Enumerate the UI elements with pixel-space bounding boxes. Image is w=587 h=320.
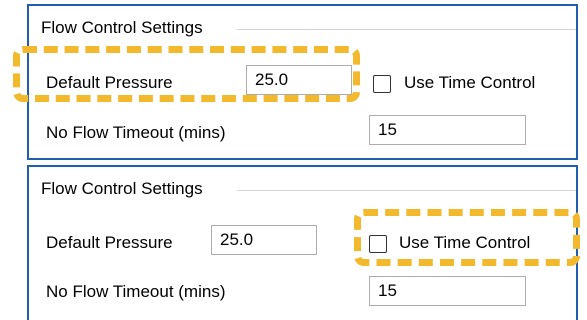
no-flow-timeout-input[interactable]: 15 bbox=[369, 115, 526, 145]
default-pressure-input[interactable]: 25.0 bbox=[246, 65, 352, 95]
no-flow-timeout-label: No Flow Timeout (mins) bbox=[46, 123, 226, 142]
default-pressure-label: Default Pressure bbox=[46, 233, 173, 252]
no-flow-timeout-input[interactable]: 15 bbox=[369, 276, 526, 306]
use-time-control-label[interactable]: Use Time Control bbox=[399, 233, 530, 253]
no-flow-timeout-label: No Flow Timeout (mins) bbox=[46, 282, 226, 301]
default-pressure-input[interactable]: 25.0 bbox=[211, 225, 317, 255]
group-divider bbox=[237, 190, 576, 191]
use-time-control-checkbox[interactable] bbox=[369, 235, 387, 253]
group-title: Flow Control Settings bbox=[41, 179, 203, 198]
use-time-control-checkbox[interactable] bbox=[373, 75, 391, 93]
use-time-control-label[interactable]: Use Time Control bbox=[404, 73, 535, 93]
group-divider bbox=[237, 29, 576, 30]
settings-panel-top: Flow Control Settings Default Pressure 2… bbox=[27, 4, 578, 160]
settings-panel-bottom: Flow Control Settings Default Pressure 2… bbox=[27, 165, 578, 320]
default-pressure-label: Default Pressure bbox=[46, 73, 173, 92]
group-title: Flow Control Settings bbox=[41, 18, 203, 37]
